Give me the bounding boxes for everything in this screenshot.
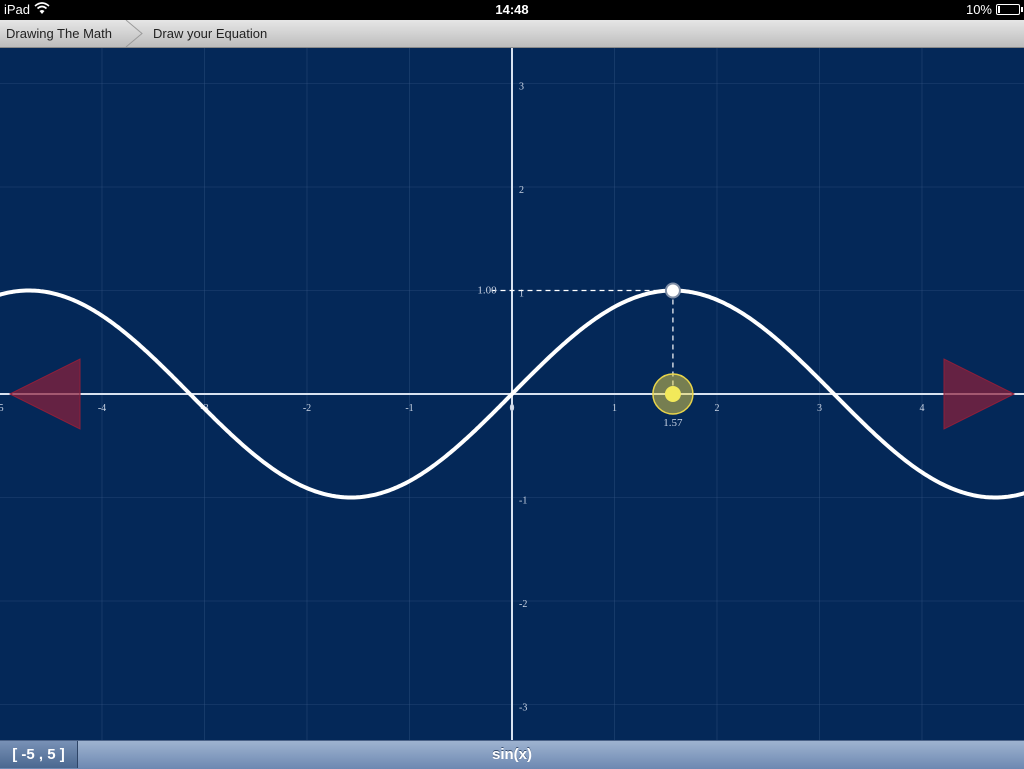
x-tick-label: -4 (98, 403, 106, 414)
pan-left-arrow-icon[interactable] (8, 358, 81, 430)
graph-canvas[interactable]: -5-4-3-2-101234321-1-2-3 1.00 1.57 (0, 48, 1024, 740)
x-tick-label: 2 (715, 403, 720, 414)
graph-svg[interactable]: -5-4-3-2-101234321-1-2-3 1.00 1.57 (0, 48, 1024, 740)
range-button[interactable]: [ -5 , 5 ] (0, 741, 78, 768)
slider-handle-dot[interactable] (664, 386, 681, 402)
navigation-bar: Drawing The Math Draw your Equation (0, 20, 1024, 48)
battery-percent: 10% (965, 2, 992, 17)
x-tick-label: -2 (303, 403, 311, 414)
battery-icon (996, 4, 1023, 15)
pan-right-arrow-icon[interactable] (943, 358, 1016, 430)
point-x-label: 1.57 (663, 417, 683, 429)
tick-labels: -5-4-3-2-101234321-1-2-3 (0, 82, 925, 714)
curve-point-marker[interactable] (664, 282, 681, 299)
y-tick-label: -3 (519, 703, 527, 714)
x-tick-label: 1 (612, 403, 617, 414)
equation-label[interactable]: sin(x) (0, 741, 1024, 768)
point-guides: 1.00 1.57 (477, 285, 683, 430)
status-bar: iPad 14:48 10% (0, 0, 1024, 20)
x-tick-label: 0 (510, 403, 515, 414)
x-tick-label: -1 (405, 403, 413, 414)
x-slider-handle[interactable] (652, 373, 694, 415)
bottom-toolbar: sin(x) [ -5 , 5 ] (0, 740, 1024, 769)
breadcrumb-chevron-icon (125, 20, 143, 47)
y-tick-label: 3 (519, 82, 524, 93)
point-y-label: 1.00 (477, 285, 497, 297)
breadcrumb-draw-your-equation: Draw your Equation (153, 26, 268, 41)
x-tick-label: 4 (920, 403, 925, 414)
x-tick-label: 3 (817, 403, 822, 414)
y-tick-label: -2 (519, 599, 527, 610)
y-tick-label: 2 (519, 185, 524, 196)
y-tick-label: -1 (519, 496, 527, 507)
x-tick-label: -5 (0, 403, 4, 414)
breadcrumb-drawing-the-math[interactable]: Drawing The Math (6, 26, 112, 41)
clock: 14:48 (495, 2, 529, 17)
